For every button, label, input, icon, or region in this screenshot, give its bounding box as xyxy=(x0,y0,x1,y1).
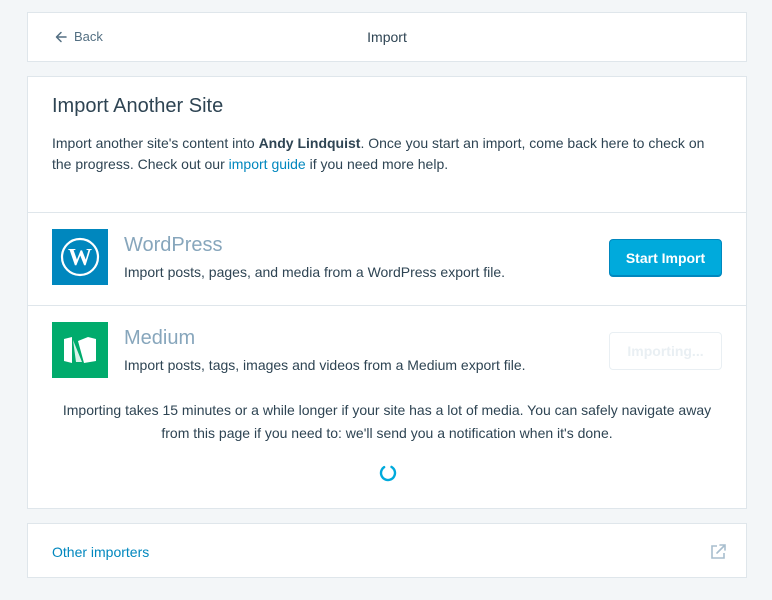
medium-title: Medium xyxy=(124,327,196,349)
external-link-icon[interactable] xyxy=(708,542,728,562)
header-card: Back Import xyxy=(27,12,747,62)
import-card: Import Another Site Import another site'… xyxy=(27,76,747,509)
section-heading: Import Another Site xyxy=(52,95,224,117)
divider xyxy=(28,212,746,213)
site-name: Andy Lindquist xyxy=(258,135,361,151)
medium-logo-icon xyxy=(52,322,108,378)
wordpress-logo-icon: W xyxy=(52,229,108,285)
wordpress-description: Import posts, pages, and media from a Wo… xyxy=(124,264,506,280)
intro-text: Import another site's content into Andy … xyxy=(52,133,712,175)
medium-description: Import posts, tags, images and videos fr… xyxy=(124,357,526,373)
import-guide-link[interactable]: import guide xyxy=(229,156,306,172)
loading-spinner-icon xyxy=(379,464,397,482)
page-title: Import xyxy=(367,29,407,45)
start-import-button[interactable]: Start Import xyxy=(609,239,722,277)
other-importers-card[interactable]: Other importers xyxy=(27,523,747,578)
svg-text:W: W xyxy=(68,245,92,271)
divider xyxy=(28,305,746,306)
intro-before: Import another site's content into xyxy=(52,135,259,151)
other-importers-link[interactable]: Other importers xyxy=(52,544,149,560)
progress-note: Importing takes 15 minutes or a while lo… xyxy=(62,402,712,441)
importing-button[interactable]: Importing... xyxy=(609,332,722,370)
wordpress-title: WordPress xyxy=(124,234,223,256)
intro-after: if you need more help. xyxy=(305,156,449,172)
